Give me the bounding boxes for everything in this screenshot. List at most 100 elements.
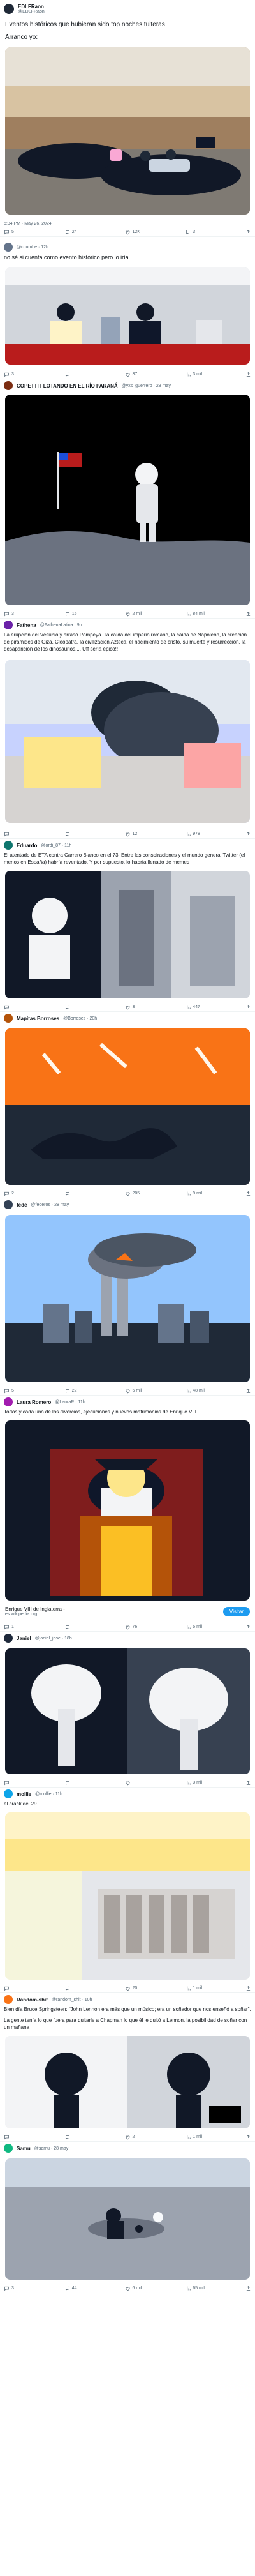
reply-7-handle[interactable]: @LauraR bbox=[55, 1400, 74, 1405]
author-avatar[interactable] bbox=[4, 4, 14, 14]
reply-6-like-button[interactable]: 6 mil bbox=[125, 1388, 186, 1394]
reply-11-avatar[interactable] bbox=[4, 2144, 13, 2153]
reply-11-name[interactable]: Samu bbox=[17, 2146, 31, 2151]
reply-6-name[interactable]: fede bbox=[17, 1202, 27, 1208]
reply-5-image[interactable] bbox=[5, 1028, 250, 1185]
reply-10-share[interactable] bbox=[245, 2134, 251, 2140]
reply-8-reply-button[interactable] bbox=[4, 1780, 64, 1786]
reply-4-name[interactable]: Eduardo bbox=[17, 843, 37, 848]
reply-3-image[interactable] bbox=[5, 660, 250, 823]
reply-11-reply-button[interactable]: 3 bbox=[4, 2286, 64, 2291]
reply-11-retweet-button[interactable]: 44 bbox=[64, 2286, 125, 2291]
reply-3-handle[interactable]: @FathenaLatina bbox=[40, 623, 73, 628]
reply-9-handle[interactable]: @mollie bbox=[35, 1792, 51, 1796]
reply-1-share[interactable] bbox=[245, 372, 251, 377]
reply-1-reply-button[interactable]: 3 bbox=[4, 372, 64, 377]
reply-7-reply-button[interactable]: 1 bbox=[4, 1624, 64, 1630]
reply-3-views[interactable]: 978 bbox=[185, 831, 245, 837]
reply-1-avatar[interactable] bbox=[4, 243, 13, 252]
reply-6-retweet-button[interactable]: 22 bbox=[64, 1388, 125, 1394]
reply-4-like-button[interactable]: 3 bbox=[125, 1004, 186, 1010]
reply-9-image[interactable] bbox=[5, 1812, 250, 1980]
share-button[interactable] bbox=[245, 229, 251, 235]
author-name[interactable]: EDLFRaon bbox=[18, 4, 45, 10]
reply-5-like-button[interactable]: 205 bbox=[125, 1191, 186, 1196]
reply-4-views[interactable]: 447 bbox=[185, 1004, 245, 1010]
reply-2-name[interactable]: COPETTI FLOTANDO EN EL RÍO PARANÁ bbox=[17, 383, 118, 389]
reply-2-reply-button[interactable]: 3 bbox=[4, 611, 64, 617]
reply-2-handle[interactable]: @yxs_guerrero bbox=[122, 384, 152, 388]
reply-7-link-card[interactable]: Enrique VIII de Inglaterra - es.wikipedi… bbox=[5, 1603, 250, 1620]
reply-9-avatar[interactable] bbox=[4, 1789, 13, 1798]
reply-5-handle[interactable]: @Borroses bbox=[63, 1016, 85, 1021]
reply-8-views[interactable]: 3 mil bbox=[185, 1780, 245, 1786]
reply-10-like-button[interactable]: 2 bbox=[125, 2134, 186, 2140]
reply-8-retweet-button[interactable] bbox=[64, 1780, 125, 1786]
reply-7-retweet-button[interactable] bbox=[64, 1624, 125, 1630]
reply-8-image[interactable] bbox=[5, 1648, 250, 1774]
author-handle[interactable]: @EDLFRaon bbox=[18, 10, 45, 14]
reply-5-reply-button[interactable]: 2 bbox=[4, 1191, 64, 1196]
reply-5-retweet-button[interactable] bbox=[64, 1191, 125, 1196]
reply-3-avatar[interactable] bbox=[4, 621, 13, 629]
like-button[interactable]: 12K bbox=[125, 229, 186, 235]
reply-4-retweet-button[interactable] bbox=[64, 1004, 125, 1010]
reply-10-handle[interactable]: @random_shit bbox=[52, 1998, 81, 2002]
bookmark-button[interactable]: 3 bbox=[185, 229, 245, 235]
reply-6-share[interactable] bbox=[245, 1388, 251, 1394]
reply-6-image[interactable] bbox=[5, 1215, 250, 1382]
reply-4-reply-button[interactable] bbox=[4, 1004, 64, 1010]
reply-5-share[interactable] bbox=[245, 1191, 251, 1196]
reply-11-views[interactable]: 65 mil bbox=[185, 2286, 245, 2291]
reply-9-retweet-button[interactable] bbox=[64, 1985, 125, 1991]
reply-2-avatar[interactable] bbox=[4, 381, 13, 390]
reply-8-name[interactable]: Janiel bbox=[17, 1636, 31, 1641]
reply-1-handle[interactable]: @chumbe bbox=[17, 245, 37, 250]
reply-5-avatar[interactable] bbox=[4, 1014, 13, 1023]
reply-7-views[interactable]: 5 mil bbox=[185, 1624, 245, 1630]
reply-1-like-button[interactable]: 37 bbox=[125, 372, 186, 377]
reply-1-image[interactable] bbox=[5, 267, 250, 365]
reply-6-avatar[interactable] bbox=[4, 1200, 13, 1209]
reply-8-handle[interactable]: @janiel_jose bbox=[35, 1636, 61, 1641]
reply-10-name[interactable]: Random-shit bbox=[17, 1997, 48, 2003]
reply-3-share[interactable] bbox=[245, 831, 251, 837]
reply-5-views[interactable]: 9 mil bbox=[185, 1191, 245, 1196]
reply-10-image[interactable] bbox=[5, 2036, 250, 2128]
reply-3-name[interactable]: Fathena bbox=[17, 622, 36, 628]
reply-6-views[interactable]: 48 mil bbox=[185, 1388, 245, 1394]
reply-10-avatar[interactable] bbox=[4, 1995, 13, 2004]
reply-7-share[interactable] bbox=[245, 1624, 251, 1630]
reply-4-avatar[interactable] bbox=[4, 841, 13, 850]
reply-1-views[interactable]: 3 mil bbox=[185, 372, 245, 377]
reply-2-share[interactable] bbox=[245, 611, 251, 617]
reply-11-handle[interactable]: @samu bbox=[34, 2146, 50, 2151]
reply-10-views[interactable]: 1 mil bbox=[185, 2134, 245, 2140]
reply-2-retweet-button[interactable]: 15 bbox=[64, 611, 125, 617]
reply-3-retweet-button[interactable] bbox=[64, 831, 125, 837]
reply-3-reply-button[interactable] bbox=[4, 831, 64, 837]
reply-6-handle[interactable]: @federos bbox=[31, 1203, 50, 1207]
main-tweet-image[interactable] bbox=[5, 47, 250, 215]
reply-2-views[interactable]: 84 mil bbox=[185, 611, 245, 617]
reply-7-like-button[interactable]: 76 bbox=[125, 1624, 186, 1630]
reply-7-image[interactable] bbox=[5, 1420, 250, 1601]
reply-7-name[interactable]: Laura Romero bbox=[17, 1399, 51, 1405]
retweet-button[interactable]: 24 bbox=[64, 229, 125, 235]
reply-7-visit-button[interactable]: Visitar bbox=[222, 1606, 250, 1616]
reply-8-share[interactable] bbox=[245, 1780, 251, 1786]
reply-11-share[interactable] bbox=[245, 2286, 251, 2291]
reply-11-image[interactable] bbox=[5, 2158, 250, 2280]
reply-11-like-button[interactable]: 6 mil bbox=[125, 2286, 186, 2291]
reply-9-share[interactable] bbox=[245, 1985, 251, 1991]
reply-4-share[interactable] bbox=[245, 1004, 251, 1010]
reply-7-avatar[interactable] bbox=[4, 1397, 13, 1406]
reply-5-name[interactable]: Mapitas Borroses bbox=[17, 1016, 59, 1021]
reply-9-views[interactable]: 1 mil bbox=[185, 1985, 245, 1991]
reply-4-image[interactable] bbox=[5, 871, 250, 998]
reply-9-reply-button[interactable] bbox=[4, 1985, 64, 1991]
reply-10-retweet-button[interactable] bbox=[64, 2134, 125, 2140]
reply-3-like-button[interactable]: 12 bbox=[125, 831, 186, 837]
reply-2-like-button[interactable]: 2 mil bbox=[125, 611, 186, 617]
reply-9-name[interactable]: mollie bbox=[17, 1791, 31, 1797]
